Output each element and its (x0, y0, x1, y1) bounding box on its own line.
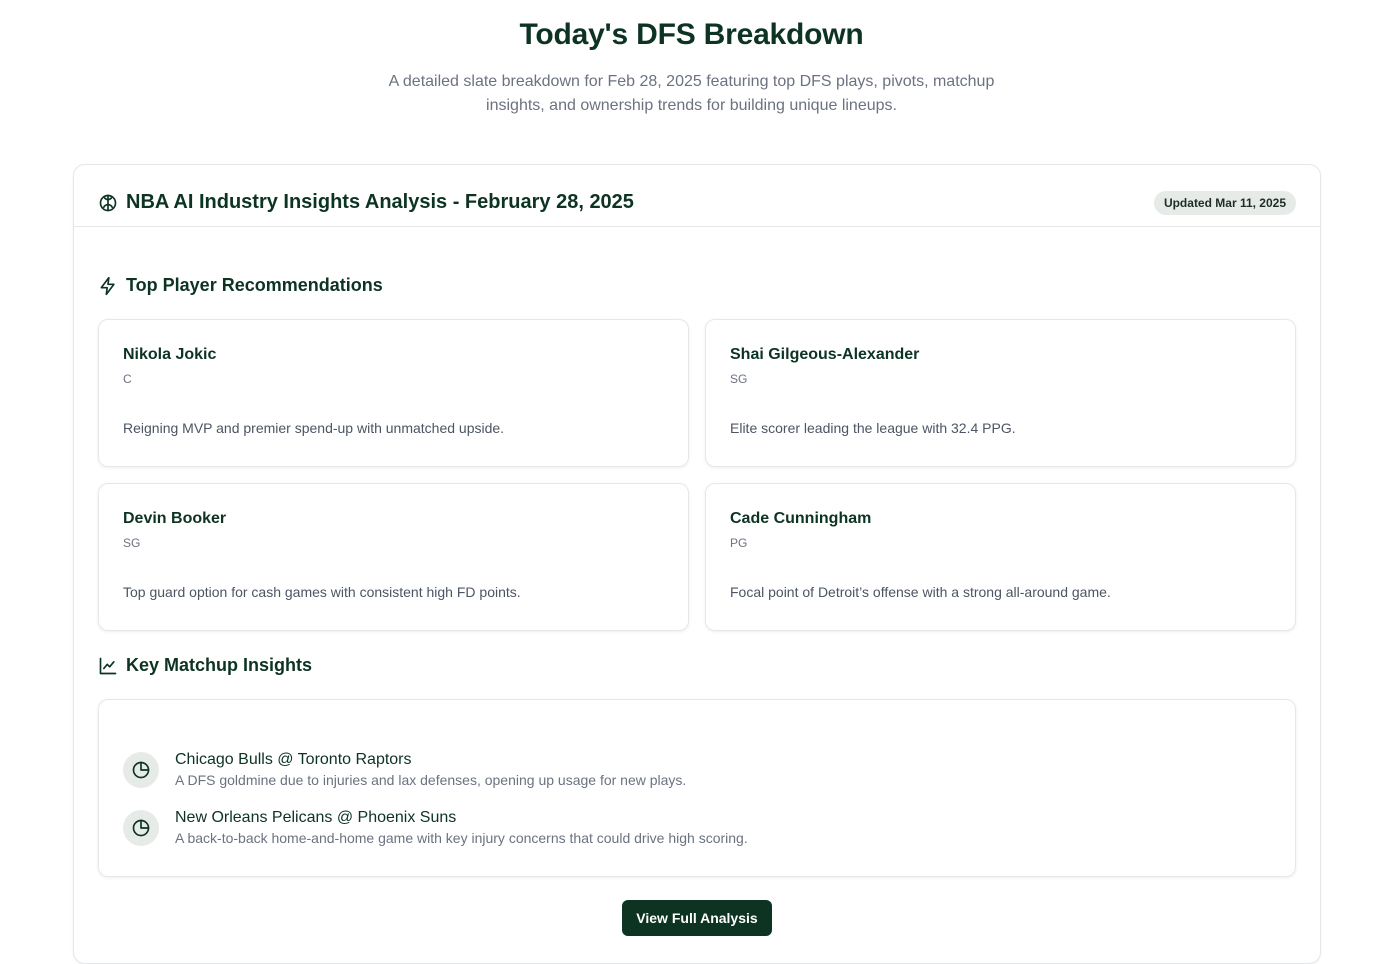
player-position: SG (730, 372, 748, 386)
player-card[interactable]: Nikola Jokic C Reigning MVP and premier … (98, 319, 689, 467)
matchups-panel: Chicago Bulls @ Toronto Raptors A DFS go… (98, 699, 1296, 877)
player-name: Devin Booker (123, 510, 227, 527)
player-card[interactable]: Shai Gilgeous-Alexander SG Elite scorer … (705, 319, 1296, 467)
player-position: C (123, 372, 132, 386)
player-card[interactable]: Cade Cunningham PG Focal point of Detroi… (705, 483, 1296, 631)
matchup-item[interactable]: Chicago Bulls @ Toronto Raptors A DFS go… (123, 750, 1271, 788)
player-name: Nikola Jokic (123, 346, 217, 363)
players-section-label: Top Player Recommendations (126, 275, 383, 295)
players-section-title: Top Player Recommendations (98, 275, 383, 296)
player-description: Reigning MVP and premier spend-up with u… (123, 420, 505, 436)
pie-chart-icon (123, 752, 159, 788)
matchups-section-label: Key Matchup Insights (126, 655, 313, 675)
player-position: PG (730, 536, 748, 550)
page-title: Today's DFS Breakdown (519, 18, 864, 51)
page-subtitle: A detailed slate breakdown for Feb 28, 2… (388, 73, 995, 114)
player-description: Focal point of Detroit’s offense with a … (730, 584, 1111, 600)
player-description: Top guard option for cash games with con… (123, 584, 521, 600)
player-card[interactable]: Devin Booker SG Top guard option for cas… (98, 483, 689, 631)
matchup-item[interactable]: New Orleans Pelicans @ Phoenix Suns A ba… (123, 808, 1271, 846)
line-chart-icon (99, 657, 117, 674)
pie-chart-icon (123, 810, 159, 846)
analysis-title-row: NBA AI Industry Insights Analysis - Febr… (98, 177, 634, 214)
matchup-description: A back-to-back home-and-home game with k… (175, 830, 748, 846)
player-name: Cade Cunningham (730, 510, 872, 527)
lightning-icon (100, 276, 115, 295)
matchup-title: New Orleans Pelicans @ Phoenix Suns (175, 809, 457, 826)
analysis-card: NBA AI Industry Insights Analysis - Febr… (73, 164, 1321, 964)
player-position: SG (123, 536, 141, 550)
player-name: Shai Gilgeous-Alexander (730, 346, 920, 363)
player-description: Elite scorer leading the league with 32.… (730, 420, 1016, 436)
hero: Today's DFS Breakdown A detailed slate b… (0, 0, 1383, 118)
player-grid: Nikola Jokic C Reigning MVP and premier … (98, 319, 1296, 631)
matchup-title: Chicago Bulls @ Toronto Raptors (175, 751, 412, 768)
analysis-title: NBA AI Industry Insights Analysis - Febr… (126, 191, 634, 213)
view-full-analysis-button[interactable]: View Full Analysis (622, 900, 772, 936)
analysis-header: NBA AI Industry Insights Analysis - Febr… (74, 165, 1320, 227)
brain-icon (99, 194, 117, 211)
matchups-section-title: Key Matchup Insights (98, 655, 312, 676)
matchup-description: A DFS goldmine due to injuries and lax d… (175, 772, 687, 788)
updated-badge: Updated Mar 11, 2025 (1153, 190, 1296, 215)
